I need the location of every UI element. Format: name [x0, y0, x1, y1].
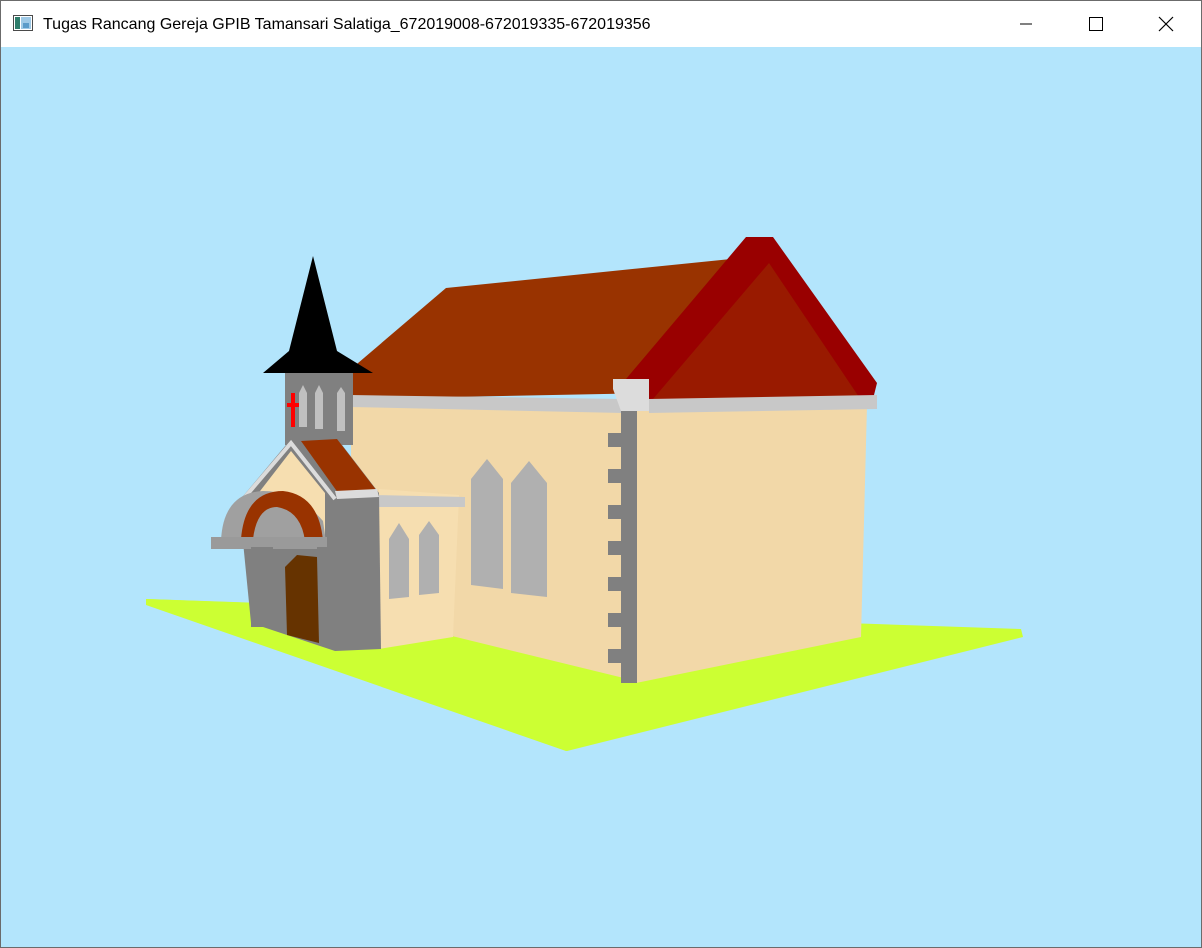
minimize-button[interactable] — [991, 1, 1061, 47]
title-bar[interactable]: Tugas Rancang Gereja GPIB Tamansari Sala… — [1, 1, 1201, 47]
side-window-2 — [511, 461, 547, 597]
church-door — [285, 555, 319, 643]
app-icon — [13, 15, 33, 31]
window-title: Tugas Rancang Gereja GPIB Tamansari Sala… — [43, 16, 651, 33]
close-icon — [1158, 16, 1174, 32]
front-wall — [633, 405, 867, 683]
close-button[interactable] — [1131, 1, 1201, 47]
app-window: Tugas Rancang Gereja GPIB Tamansari Sala… — [0, 0, 1202, 948]
portico-pillar-left — [251, 547, 273, 627]
annex-window-2 — [419, 521, 439, 595]
opengl-viewport[interactable] — [1, 47, 1201, 947]
annex-trim — [373, 495, 465, 507]
maximize-button[interactable] — [1061, 1, 1131, 47]
side-window-1 — [471, 459, 503, 589]
spire — [263, 256, 373, 373]
minimize-icon — [1020, 23, 1032, 25]
tower-windows — [299, 385, 345, 431]
portico-pillar-right — [317, 547, 329, 643]
annex-window-1 — [389, 523, 409, 599]
church-scene — [146, 237, 1023, 751]
maximize-icon — [1089, 17, 1103, 31]
corner-column — [621, 411, 637, 683]
